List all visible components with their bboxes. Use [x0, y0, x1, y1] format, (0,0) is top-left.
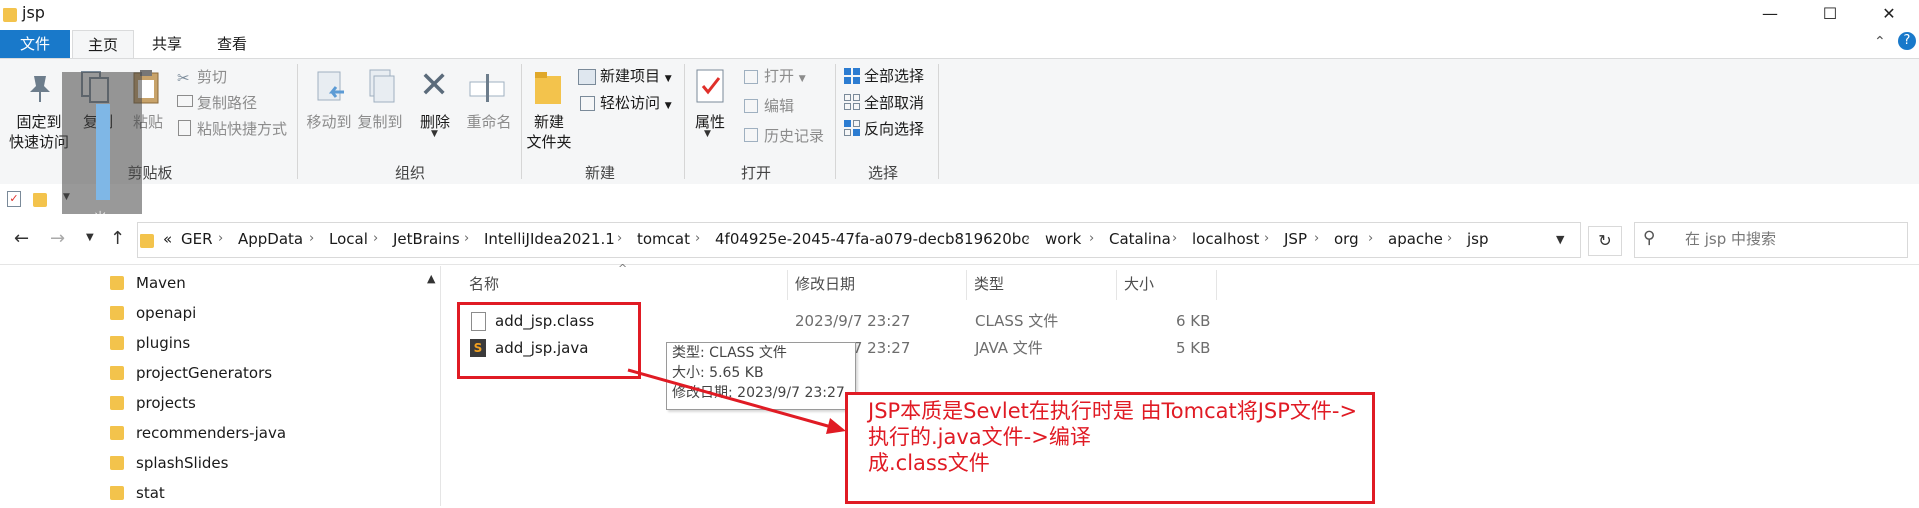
annotation-note: JSP本质是Sevlet在执行时是 由Tomcat将JSP文件-> 执行的.ja… — [845, 392, 1375, 504]
annotation-line: 成.class文件 — [868, 451, 990, 475]
annotation-line: 执行的.java文件->编译 — [868, 425, 1091, 449]
annotation-line: JSP本质是Sevlet在执行时是 由Tomcat将JSP文件-> — [868, 399, 1358, 423]
